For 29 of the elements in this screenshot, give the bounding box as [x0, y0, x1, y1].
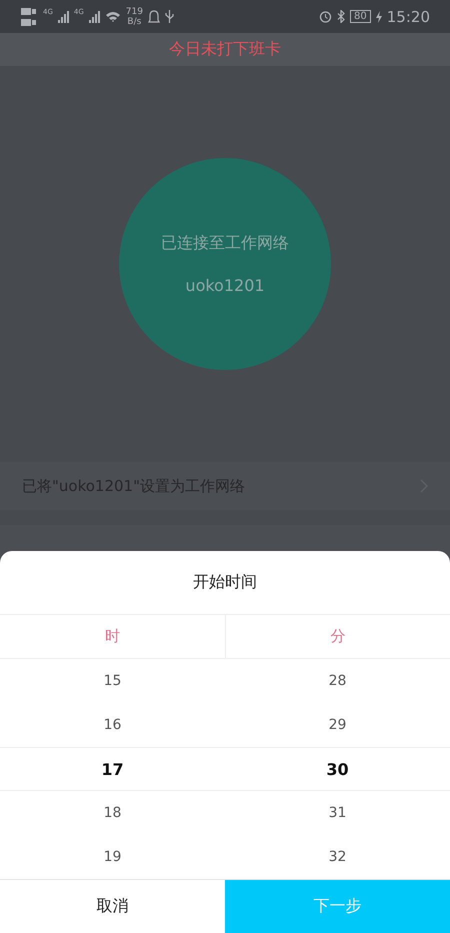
notice-banner: 今日未打下班卡 [0, 33, 450, 66]
picker-option[interactable]: 32 [225, 835, 450, 880]
picker-option[interactable]: 31 [225, 791, 450, 836]
hd-icon [20, 6, 38, 28]
picker-option[interactable]: 19 [0, 835, 225, 880]
charging-icon [376, 10, 382, 22]
signal-icon [88, 10, 100, 22]
signal-icon [58, 10, 69, 22]
network-name: uoko1201 [185, 276, 265, 295]
speed-unit: B/s [127, 16, 142, 26]
column-header: 时 [0, 615, 225, 660]
bell-icon [148, 10, 160, 23]
picker-option[interactable]: 29 [225, 703, 450, 748]
battery-level: 80 [350, 10, 371, 23]
clock-time: 15:20 [386, 8, 430, 26]
connection-status: 已连接至工作网络 [161, 233, 289, 254]
speed-value: 719 [126, 6, 143, 16]
sheet-title: 开始时间 [0, 551, 450, 616]
bluetooth-icon [337, 10, 346, 23]
wifi-icon [104, 10, 121, 22]
column-header: 分 [225, 615, 450, 660]
usb-icon [164, 10, 174, 23]
picker-option[interactable]: 16 [0, 703, 225, 748]
picker-option[interactable]: 18 [0, 791, 225, 836]
picker-option[interactable]: 30 [225, 747, 450, 792]
alarm-clock-icon [319, 10, 332, 23]
picker-option[interactable]: 15 [0, 659, 225, 704]
picker-option[interactable]: 17 [0, 747, 225, 792]
picker-option[interactable]: 28 [225, 659, 450, 704]
